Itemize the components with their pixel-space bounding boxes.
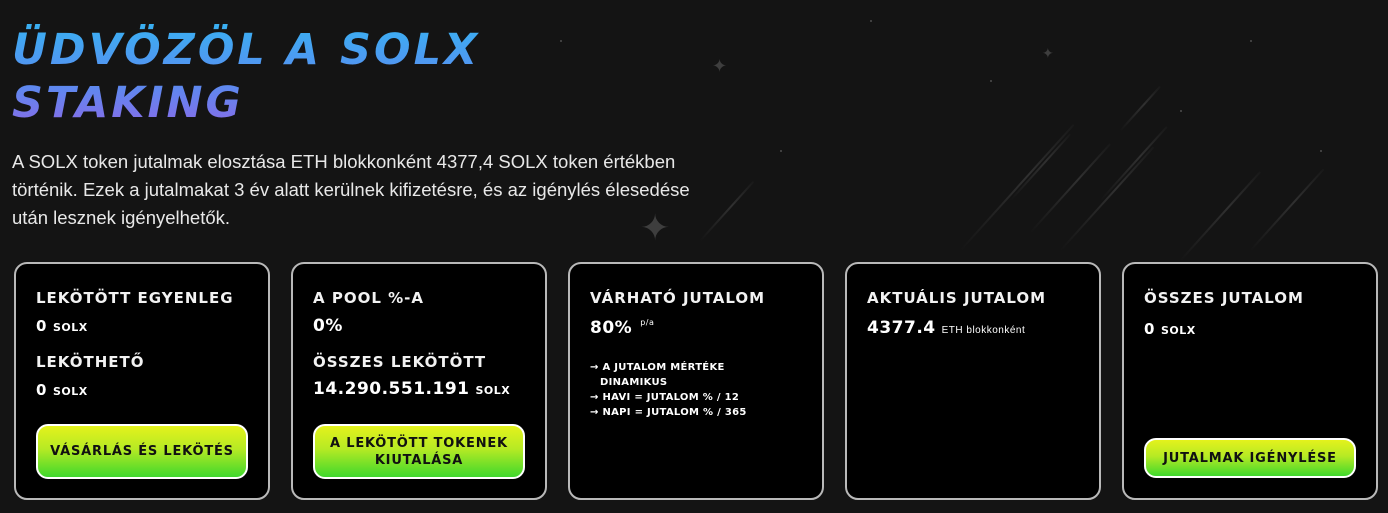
- pool-share-value: 0%: [313, 316, 343, 336]
- withdraw-staked-tokens-button[interactable]: A LEKÖTÖTT TOKENEK KIUTALÁSA: [313, 424, 525, 479]
- total-reward-unit: SOLX: [1160, 324, 1196, 337]
- star-dot: [1180, 110, 1182, 112]
- current-reward-card: AKTUÁLIS JUTALOM 4377.4 ETH blokkonként: [845, 262, 1101, 500]
- total-staked-unit: SOLX: [475, 384, 511, 397]
- expected-reward-percent: 80%: [590, 318, 633, 338]
- stakeable-amount: 0: [36, 381, 47, 399]
- sparkle-icon: ✦: [712, 56, 728, 77]
- background-streak: [699, 180, 755, 242]
- intro-text: A SOLX token jutalmak elosztása ETH blok…: [12, 151, 690, 228]
- star-dot: [870, 20, 872, 22]
- staked-balance-label: LEKÖTÖTT EGYENLEG: [36, 289, 234, 307]
- background-streak: [1009, 133, 1071, 202]
- staking-cards: LEKÖTÖTT EGYENLEG 0 SOLX LEKÖTHETŐ 0 SOLX …: [14, 262, 1388, 502]
- background-streak: [1249, 168, 1325, 252]
- background-streak: [1099, 126, 1168, 202]
- stakeable-label: LEKÖTHETŐ: [36, 353, 145, 371]
- reward-note-dynamic: → A JUTALOM MÉRTÉKE: [590, 362, 725, 373]
- star-dot: [1320, 150, 1322, 152]
- buy-and-stake-button[interactable]: VÁSÁRLÁS ÉS LEKÖTÉS: [36, 424, 248, 479]
- total-staked-label: ÖSSZES LEKÖTÖTT: [313, 353, 487, 371]
- staked-balance-card: LEKÖTÖTT EGYENLEG 0 SOLX LEKÖTHETŐ 0 SOLX …: [14, 262, 270, 500]
- total-reward-amount: 0: [1144, 320, 1155, 338]
- title-line-1: ÜDVÖZÖL A SOLX: [12, 25, 481, 75]
- reward-note-monthly: → HAVI = JUTALOM % / 12: [590, 392, 740, 403]
- background-streak: [1119, 85, 1161, 132]
- total-staked-value: 14.290.551.191 SOLX: [313, 379, 510, 399]
- star-dot: [560, 40, 562, 42]
- stakeable-value: 0 SOLX: [36, 381, 88, 399]
- background-streak: [1059, 146, 1155, 252]
- staked-balance-value: 0 SOLX: [36, 317, 88, 335]
- pool-share-label: A POOL %-A: [313, 289, 424, 307]
- star-dot: [780, 150, 782, 152]
- current-reward-unit: ETH blokkonként: [941, 325, 1026, 336]
- per-annum-suffix: p/a: [640, 318, 655, 327]
- staked-balance-amount: 0: [36, 317, 47, 335]
- reward-notes: → A JUTALOM MÉRTÉKE DINAMIKUS → HAVI = J…: [590, 360, 747, 420]
- current-reward-value: 4377.4 ETH blokkonként: [867, 318, 1025, 338]
- title-line-2: STAKING: [12, 78, 244, 128]
- claim-rewards-button[interactable]: JUTALMAK IGÉNYLÉSE: [1144, 438, 1356, 478]
- expected-reward-card: VÁRHATÓ JUTALOM 80% p/a → A JUTALOM MÉRTÉ…: [568, 262, 824, 500]
- expected-reward-value: 80% p/a: [590, 318, 654, 338]
- stakeable-unit: SOLX: [52, 385, 88, 398]
- total-reward-card: ÖSSZES JUTALOM 0 SOLX JUTALMAK IGÉNYLÉSE: [1122, 262, 1378, 500]
- star-dot: [1250, 40, 1252, 42]
- total-staked-amount: 14.290.551.191: [313, 379, 470, 399]
- reward-note-daily: → NAPI = JUTALOM % / 365: [590, 407, 747, 418]
- current-reward-amount: 4377.4: [867, 318, 936, 338]
- sparkle-icon: ✦: [1042, 46, 1054, 62]
- background-streak: [1029, 143, 1112, 234]
- star-dot: [990, 80, 992, 82]
- background-streak: [1179, 171, 1262, 262]
- total-reward-value: 0 SOLX: [1144, 320, 1196, 338]
- page-title: ÜDVÖZÖL A SOLX STAKING: [12, 24, 480, 130]
- expected-reward-label: VÁRHATÓ JUTALOM: [590, 289, 766, 307]
- pool-share-card: A POOL %-A 0% ÖSSZES LEKÖTÖTT 14.290.551…: [291, 262, 547, 500]
- total-reward-label: ÖSSZES JUTALOM: [1144, 289, 1304, 307]
- staked-balance-unit: SOLX: [52, 321, 88, 334]
- reward-note-dynamic-cont: DINAMIKUS: [600, 377, 668, 388]
- current-reward-label: AKTUÁLIS JUTALOM: [867, 289, 1047, 307]
- background-streak: [959, 123, 1075, 252]
